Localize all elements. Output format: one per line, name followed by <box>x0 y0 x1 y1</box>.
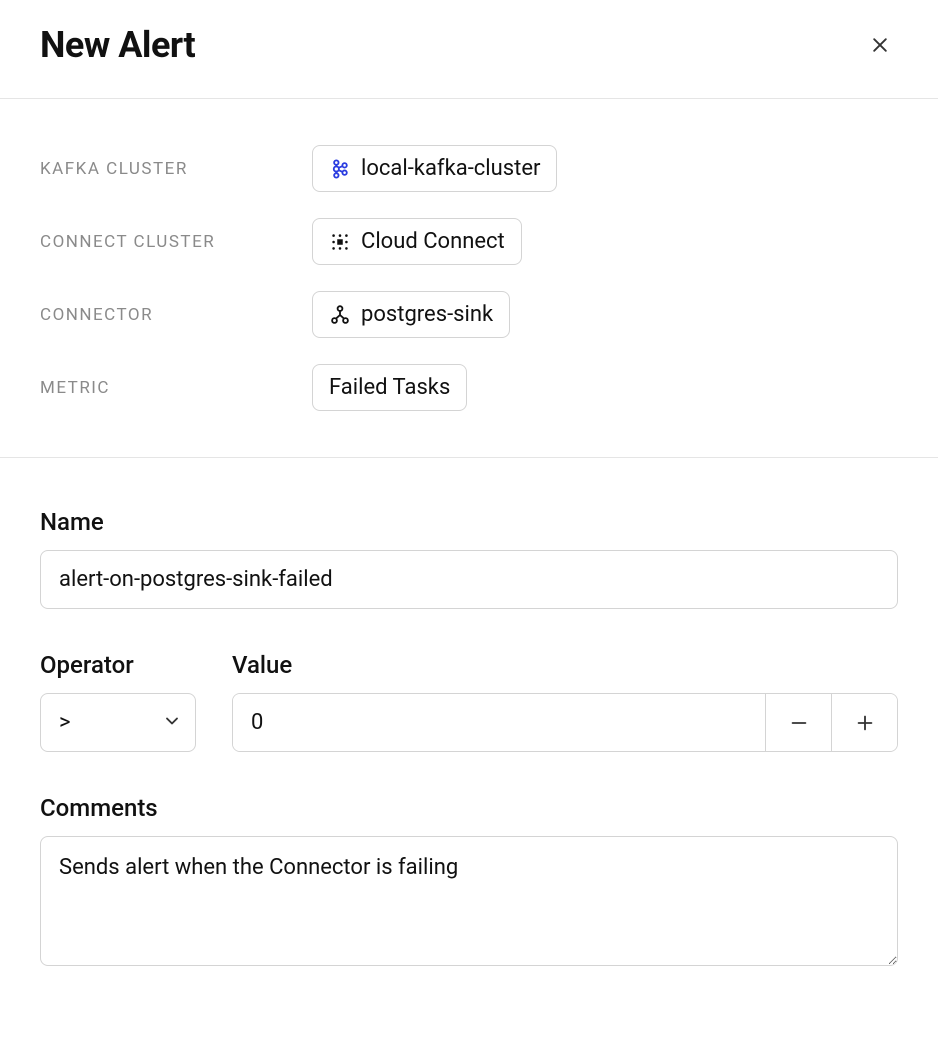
connector-value: postgres-sink <box>361 302 493 327</box>
operator-field: Operator > <box>40 651 196 752</box>
value-field: Value <box>232 651 898 752</box>
connector-icon <box>329 304 351 326</box>
name-input[interactable] <box>40 550 898 609</box>
name-label: Name <box>40 508 898 536</box>
value-label: Value <box>232 651 898 679</box>
increment-button[interactable] <box>831 694 897 751</box>
close-button[interactable] <box>862 27 898 63</box>
metric-value: Failed Tasks <box>329 375 450 400</box>
kafka-cluster-value: local-kafka-cluster <box>361 156 540 181</box>
kafka-cluster-label: KAFKA CLUSTER <box>40 159 312 179</box>
decrement-button[interactable] <box>765 694 831 751</box>
value-input[interactable] <box>233 694 765 751</box>
name-field: Name <box>40 508 898 609</box>
connect-cluster-chip[interactable]: Cloud Connect <box>312 218 522 265</box>
operator-select[interactable]: > <box>40 693 196 752</box>
connect-cluster-icon <box>329 231 351 253</box>
connector-chip[interactable]: postgres-sink <box>312 291 510 338</box>
connect-cluster-label: CONNECT CLUSTER <box>40 232 312 252</box>
operator-label: Operator <box>40 651 196 679</box>
close-icon <box>870 35 890 55</box>
connector-label: CONNECTOR <box>40 305 312 325</box>
metric-row: METRIC Failed Tasks <box>40 364 898 411</box>
page-title: New Alert <box>40 24 195 66</box>
plus-icon <box>854 712 876 734</box>
kafka-cluster-chip[interactable]: local-kafka-cluster <box>312 145 557 192</box>
metric-label: METRIC <box>40 378 312 398</box>
comments-label: Comments <box>40 794 898 822</box>
metric-chip[interactable]: Failed Tasks <box>312 364 467 411</box>
comments-field: Comments <box>40 794 898 970</box>
kafka-cluster-row: KAFKA CLUSTER loca <box>40 145 898 192</box>
connect-cluster-value: Cloud Connect <box>361 229 505 254</box>
minus-icon <box>788 712 810 734</box>
form-section: Name Operator > Value <box>0 458 938 1010</box>
connect-cluster-row: CONNECT CLUSTER Cl <box>40 218 898 265</box>
connector-row: CONNECTOR postgres-sink <box>40 291 898 338</box>
comments-textarea[interactable] <box>40 836 898 966</box>
modal-header: New Alert <box>0 0 938 99</box>
kafka-cluster-icon <box>329 158 351 180</box>
context-section: KAFKA CLUSTER loca <box>0 99 938 458</box>
